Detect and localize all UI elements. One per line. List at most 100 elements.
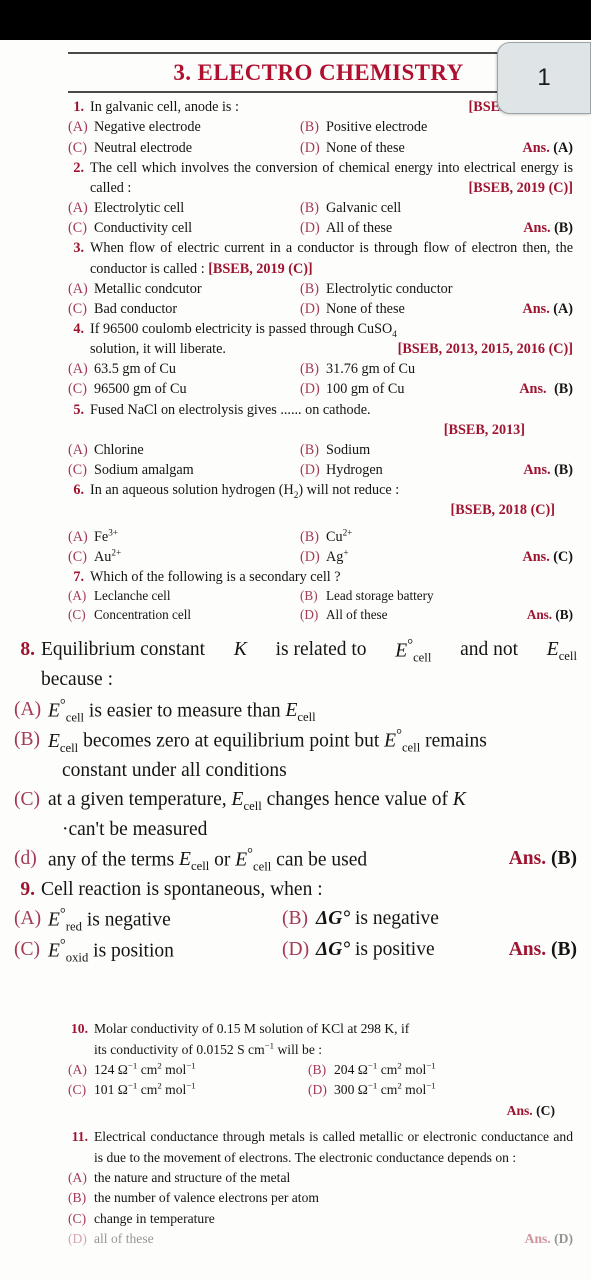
option-a[interactable]: (A) Metallic condcutor — [68, 279, 300, 299]
unit-cm: cm — [140, 1082, 158, 1098]
option-letter: (A) — [68, 441, 88, 458]
option-letter: (C) — [68, 1082, 87, 1098]
option-letter[interactable]: (C) — [68, 1209, 94, 1229]
ion-charge: 2+ — [111, 547, 122, 557]
question-text: Electrical conductance through metals is… — [94, 1129, 573, 1165]
option-text: E°red is negative — [48, 904, 282, 935]
option-c[interactable]: (C) Au2+ — [68, 547, 300, 567]
option-d[interactable]: (D) All of these — [300, 218, 523, 238]
option-text: 124 Ω−1 cm2 mol−1 — [94, 1060, 308, 1080]
option-a[interactable]: (A) 63.5 gm of Cu — [68, 359, 300, 379]
option-b[interactable]: (B) Lead storage battery — [300, 587, 573, 606]
subscript-red: red — [65, 919, 82, 934]
option-letter[interactable]: (C) — [14, 785, 48, 814]
options-list: (A) Chlorine (B) Sodium (C) Sodium amalg… — [68, 440, 573, 480]
option-d[interactable]: (D) None of these — [300, 138, 523, 158]
option-b[interactable]: (B) Galvanic cell — [300, 198, 573, 218]
unit-ohm: Ω — [117, 1062, 128, 1078]
option-c[interactable]: (C) Neutral electrode — [68, 138, 300, 158]
option-letter: (D) — [300, 606, 319, 622]
option-letter[interactable]: (A) — [14, 695, 48, 724]
options-list: (A) Leclanche cell (B) Lead storage batt… — [68, 587, 573, 624]
page-number-badge[interactable]: 1 — [497, 42, 591, 114]
option-a[interactable]: (A) Chlorine — [68, 440, 300, 460]
symbol-e: E — [48, 940, 60, 962]
option-b-text[interactable]: the number of valence electrons per atom — [94, 1188, 573, 1208]
option-d[interactable]: (D) None of these — [300, 299, 523, 319]
question-number: 9. — [20, 878, 35, 900]
option-d[interactable]: (D) Hydrogen — [300, 460, 523, 480]
option-letter: (A) — [14, 907, 42, 929]
option-c-text[interactable]: at a given temperature, Ecell changes he… — [48, 785, 577, 814]
option-a[interactable]: (A) E°red is negative — [14, 904, 282, 935]
option-a[interactable]: (A) Negative electrode — [68, 117, 300, 137]
option-d-text[interactable]: all of these — [94, 1229, 525, 1249]
option-c[interactable]: (C) 101 Ω−1 cm2 mol−1 — [68, 1080, 308, 1100]
option-letter: (A) — [68, 280, 88, 297]
option-c[interactable]: (C) Conductivity cell — [68, 218, 300, 238]
option-b[interactable]: (B) Positive electrode — [300, 117, 573, 137]
option-d[interactable]: (D) ΔG° is positive — [282, 935, 509, 964]
option-a-text[interactable]: E°cell is easier to measure than Ecell — [48, 695, 577, 726]
option-d[interactable]: (D) Ag+ — [300, 547, 523, 567]
option-d-text[interactable]: any of the terms Ecell or E°cell can be … — [48, 844, 509, 875]
option-letter: (D) — [300, 462, 320, 479]
symbol-e: E — [235, 849, 248, 871]
option-text: Chlorine — [94, 441, 144, 458]
question-number: 11. — [71, 1129, 88, 1145]
option-text: E°oxid is position — [48, 935, 282, 966]
question-number: 8. — [20, 638, 35, 660]
conjunction-or: or — [214, 849, 231, 871]
question-text-wrap: The cell which involves the conversion o… — [90, 158, 573, 198]
symbol-k: K — [452, 789, 466, 811]
option-letter: (B) — [300, 441, 319, 458]
option-d[interactable]: (D) All of these — [300, 606, 527, 625]
option-c[interactable]: (C) Concentration cell — [68, 606, 300, 625]
option-b-text[interactable]: Ecell becomes zero at equilibrium point … — [48, 725, 577, 756]
option-c[interactable]: (C) Bad conductor — [68, 299, 300, 319]
option-letter: (C) — [68, 606, 86, 622]
option-b[interactable]: (B) 204 Ω−1 cm2 mol−1 — [308, 1060, 573, 1080]
answer-tag: Ans. (D) — [525, 1229, 573, 1249]
option-c-text[interactable]: change in temperature — [94, 1209, 573, 1229]
option-letter[interactable]: (d) — [14, 844, 48, 873]
symbol-e-oxid: E°oxid — [48, 935, 88, 966]
questions-group-bottom: 10. Molar conductivity of 0.15 M solutio… — [68, 1019, 573, 1249]
subscript-cell: cell — [413, 649, 432, 664]
option-text: 101 Ω−1 cm2 mol−1 — [94, 1080, 308, 1100]
unit-exponent: −1 — [127, 1080, 138, 1091]
option-d[interactable]: (D) 300 Ω−1 cm2 mol−1 — [308, 1080, 573, 1100]
unit-exponent: −1 — [367, 1060, 378, 1071]
option-b[interactable]: (B) Electrolytic conductor — [300, 279, 573, 299]
question-text-line1: Equilibrium constant K is related to E°c… — [41, 635, 577, 666]
option-a-text[interactable]: the nature and structure of the metal — [94, 1168, 573, 1188]
unit-cm: cm — [380, 1062, 398, 1078]
option-text: Sodium amalgam — [94, 462, 194, 479]
option-b[interactable]: (B) Cu2+ — [300, 527, 573, 547]
option-a[interactable]: (A) Leclanche cell — [68, 587, 300, 606]
option-letter[interactable]: (A) — [68, 1168, 94, 1188]
option-c[interactable]: (C) 96500 gm of Cu — [68, 379, 300, 399]
option-letter[interactable]: (B) — [14, 725, 48, 754]
option-letter[interactable]: (B) — [68, 1188, 94, 1208]
option-text: becomes zero at equilibrium point but — [83, 730, 380, 752]
subscript-cell: cell — [253, 859, 272, 874]
option-letter: (D) — [308, 1082, 327, 1098]
option-d[interactable]: (D) 100 gm of Cu — [300, 379, 519, 399]
option-letter: (A) — [68, 528, 88, 545]
unit-exponent: 2 — [397, 1060, 402, 1071]
option-a[interactable]: (A) 124 Ω−1 cm2 mol−1 — [68, 1060, 308, 1080]
option-c[interactable]: (C) Sodium amalgam — [68, 460, 300, 480]
option-letter[interactable]: (D) — [68, 1229, 94, 1249]
option-a[interactable]: (A) Electrolytic cell — [68, 198, 300, 218]
question-7: 7. Which of the following is a secondary… — [68, 567, 573, 625]
option-b[interactable]: (B) 31.76 gm of Cu — [300, 359, 573, 379]
option-text-tail: is negative — [86, 909, 171, 931]
option-b[interactable]: (B) Sodium — [300, 440, 573, 460]
option-b[interactable]: (B) ΔG° is negative — [282, 904, 577, 933]
question-text: In galvanic cell, anode is : — [90, 99, 239, 116]
symbol-e: E — [384, 730, 397, 752]
option-c[interactable]: (C) E°oxid is position — [14, 935, 282, 966]
option-letter: (D) — [300, 139, 320, 156]
option-a[interactable]: (A) Fe3+ — [68, 527, 300, 547]
